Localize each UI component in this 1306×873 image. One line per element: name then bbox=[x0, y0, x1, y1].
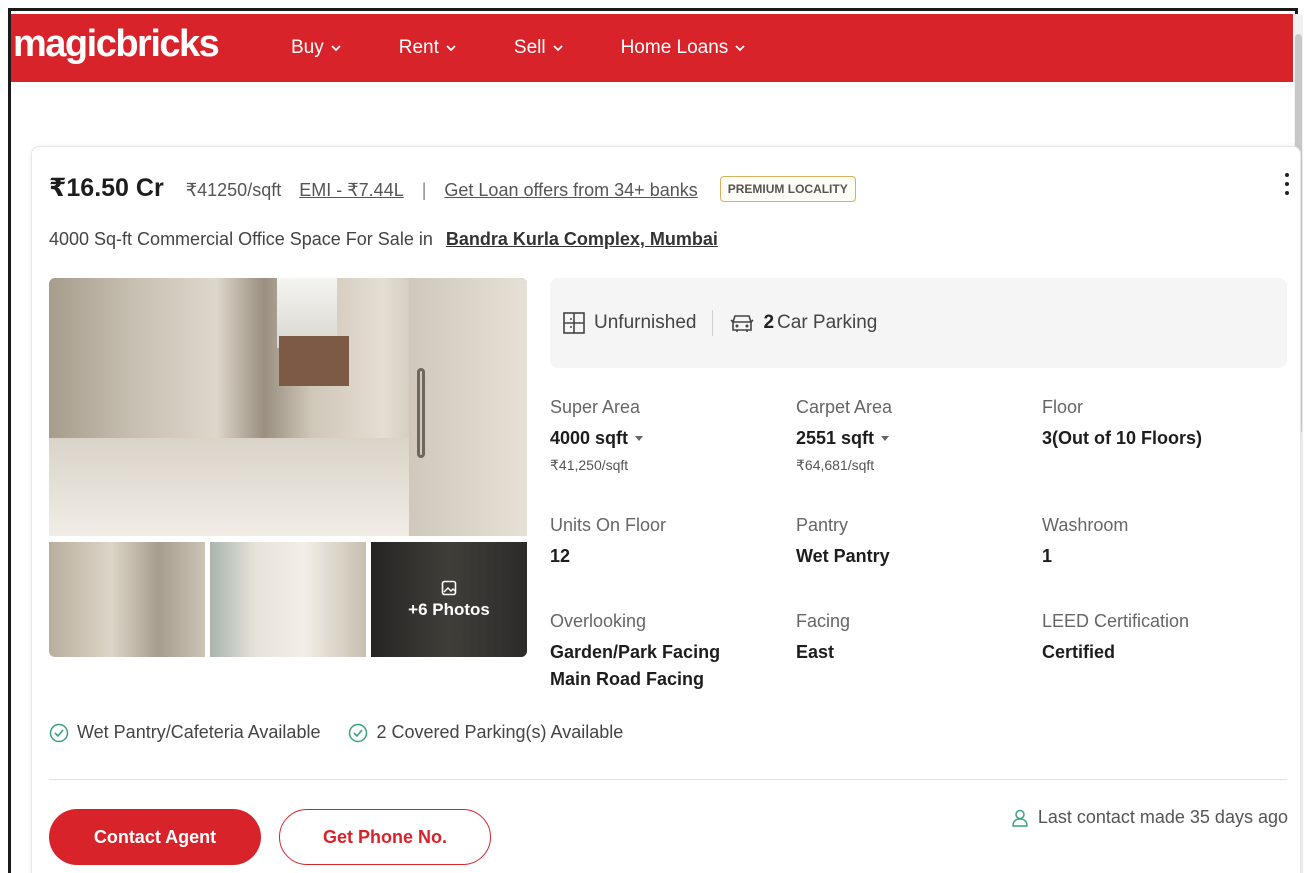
nav-sell[interactable]: Sell bbox=[514, 37, 563, 59]
chevron-down-icon bbox=[331, 45, 341, 52]
parking-count: 2 bbox=[763, 312, 775, 333]
spec-label: Pantry bbox=[796, 515, 849, 535]
parking-label: Car Parking bbox=[777, 312, 878, 333]
spec-value: Certified bbox=[1042, 642, 1116, 662]
property-price: ₹16.50 Cr bbox=[49, 174, 164, 202]
more-photos-thumbnail[interactable]: +6 Photos bbox=[371, 542, 527, 657]
spec-value: 2551 sqft bbox=[796, 428, 875, 448]
image-icon bbox=[441, 580, 457, 595]
spec-subvalue: ₹41,250/sqft bbox=[550, 457, 629, 473]
spec-value: East bbox=[796, 642, 835, 662]
last-contact-info: Last contact made 35 days ago bbox=[1010, 807, 1288, 828]
get-phone-button[interactable]: Get Phone No. bbox=[279, 809, 491, 865]
spec-label: Washroom bbox=[1042, 515, 1129, 535]
main-nav: Buy Rent Sell Home Loans bbox=[291, 37, 803, 59]
furniture-icon bbox=[563, 312, 585, 334]
chevron-down-icon bbox=[552, 45, 563, 52]
property-card: ₹16.50 Cr ₹41250/sqft EMI - ₹7.44L | Get… bbox=[31, 146, 1301, 873]
last-contact-text: Last contact made 35 days ago bbox=[1037, 807, 1288, 827]
carpet-area-dropdown[interactable]: 2551 sqft bbox=[796, 428, 1042, 449]
super-area-dropdown[interactable]: 4000 sqft bbox=[550, 428, 796, 449]
amenity-summary: Unfurnished 2 Car Parking bbox=[550, 278, 1287, 368]
emi-link[interactable]: EMI - ₹7.44L bbox=[299, 180, 404, 201]
furnishing-label: Unfurnished bbox=[594, 312, 697, 333]
spec-overlooking: Overlooking Garden/Park Facing Main Road… bbox=[550, 611, 796, 690]
spec-carpet-area: Carpet Area 2551 sqft ₹64,681/sqft bbox=[796, 397, 1042, 515]
spec-subvalue: ₹64,681/sqft bbox=[796, 457, 875, 473]
nav-home-loans-label: Home Loans bbox=[620, 37, 729, 58]
property-title: 4000 Sq-ft Commercial Office Space For S… bbox=[49, 229, 718, 250]
nav-home-loans[interactable]: Home Loans bbox=[621, 37, 746, 59]
price-row: ₹16.50 Cr ₹41250/sqft EMI - ₹7.44L | Get… bbox=[49, 173, 856, 205]
spec-facing: Facing East bbox=[796, 611, 1042, 690]
furnishing-status: Unfurnished bbox=[562, 311, 696, 335]
top-nav-bar: magicbricks Buy Rent Sell Home Loans bbox=[11, 14, 1293, 82]
thumbnail-photo[interactable] bbox=[210, 542, 366, 657]
spec-value: Main Road Facing bbox=[550, 669, 705, 689]
spec-super-area: Super Area 4000 sqft ₹41,250/sqft bbox=[550, 397, 796, 515]
chevron-down-icon bbox=[446, 45, 456, 52]
spec-value: 12 bbox=[550, 546, 571, 566]
spec-pantry: Pantry Wet Pantry bbox=[796, 515, 1042, 611]
spec-label: Carpet Area bbox=[796, 397, 893, 417]
photo-thumbnails: +6 Photos bbox=[49, 542, 527, 657]
spec-value: Wet Pantry bbox=[796, 546, 890, 566]
spec-leed-certification: LEED Certification Certified bbox=[1042, 611, 1288, 690]
section-divider bbox=[49, 779, 1287, 780]
location-link[interactable]: Bandra Kurla Complex, Mumbai bbox=[446, 229, 718, 249]
spec-label: LEED Certification bbox=[1042, 611, 1190, 631]
main-photo[interactable] bbox=[49, 278, 527, 536]
spec-value: 3(Out of 10 Floors) bbox=[1042, 428, 1203, 448]
caret-down-icon bbox=[881, 436, 890, 441]
property-specs: Super Area 4000 sqft ₹41,250/sqft Carpet… bbox=[550, 397, 1290, 690]
caret-down-icon bbox=[635, 436, 644, 441]
spec-label: Super Area bbox=[550, 397, 641, 417]
spec-label: Facing bbox=[796, 611, 851, 631]
spec-label: Units On Floor bbox=[550, 515, 667, 535]
more-options-icon[interactable] bbox=[1284, 173, 1290, 203]
car-parking: 2 Car Parking bbox=[729, 312, 877, 334]
magicbricks-logo[interactable]: magicbricks bbox=[13, 23, 283, 66]
nav-rent[interactable]: Rent bbox=[399, 37, 456, 59]
spec-label: Floor bbox=[1042, 397, 1084, 417]
chevron-down-icon bbox=[735, 45, 745, 52]
feature-label: 2 Covered Parking(s) Available bbox=[376, 722, 624, 742]
feature-label: Wet Pantry/Cafeteria Available bbox=[77, 722, 321, 742]
amenity-divider bbox=[712, 310, 714, 336]
divider-pipe: | bbox=[421, 180, 427, 200]
check-circle-icon bbox=[349, 723, 368, 742]
premium-locality-badge: PREMIUM LOCALITY bbox=[719, 176, 856, 202]
feature-list: Wet Pantry/Cafeteria Available 2 Covered… bbox=[49, 722, 651, 743]
car-icon bbox=[730, 315, 755, 332]
thumbnail-photo[interactable] bbox=[49, 542, 205, 657]
more-photos-label: +6 Photos bbox=[408, 599, 490, 619]
check-circle-icon bbox=[49, 723, 69, 742]
feature-item: 2 Covered Parking(s) Available bbox=[348, 722, 623, 743]
spec-floor: Floor 3(Out of 10 Floors) bbox=[1042, 397, 1288, 515]
feature-item: Wet Pantry/Cafeteria Available bbox=[49, 722, 320, 743]
spec-label: Overlooking bbox=[550, 611, 647, 631]
spec-units-on-floor: Units On Floor 12 bbox=[550, 515, 796, 611]
nav-sell-label: Sell bbox=[513, 37, 546, 58]
photo-gallery: +6 Photos bbox=[49, 278, 527, 657]
user-icon bbox=[1012, 809, 1028, 827]
nav-buy[interactable]: Buy bbox=[291, 37, 341, 59]
price-per-sqft: ₹41250/sqft bbox=[185, 180, 282, 200]
nav-rent-label: Rent bbox=[398, 37, 439, 58]
nav-buy-label: Buy bbox=[291, 37, 324, 58]
contact-agent-button[interactable]: Contact Agent bbox=[49, 809, 261, 865]
loan-offers-link[interactable]: Get Loan offers from 34+ banks bbox=[444, 180, 697, 201]
spec-washroom: Washroom 1 bbox=[1042, 515, 1288, 611]
spec-value: Garden/Park Facing bbox=[550, 642, 721, 662]
spec-value: 1 bbox=[1042, 546, 1053, 566]
more-photos-overlay: +6 Photos bbox=[371, 542, 527, 657]
property-title-text: 4000 Sq-ft Commercial Office Space For S… bbox=[49, 229, 433, 249]
spec-value: 4000 sqft bbox=[550, 428, 629, 448]
